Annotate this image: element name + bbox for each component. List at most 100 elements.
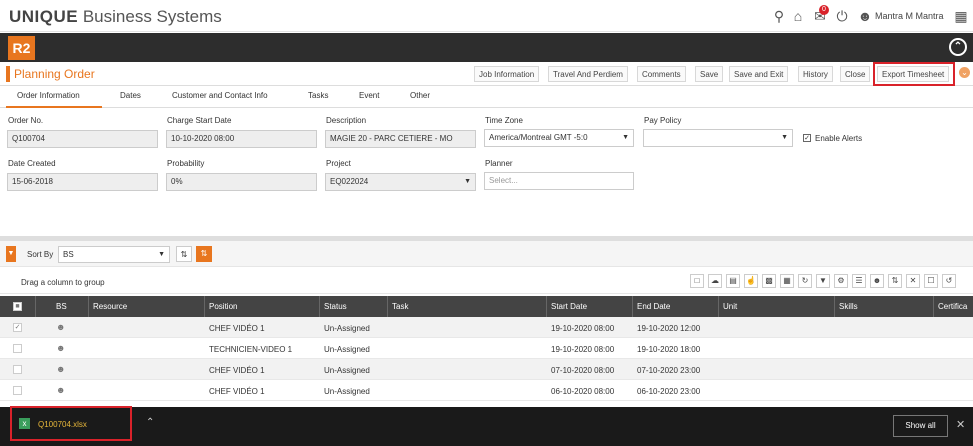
table-row[interactable]	[0, 317, 973, 338]
column-status[interactable]: Status	[324, 302, 347, 311]
column-start-date[interactable]: Start Date	[551, 302, 587, 311]
grid-header	[0, 296, 973, 317]
column-divider	[387, 296, 388, 317]
sort-by-select[interactable]: BS ▼	[58, 246, 170, 263]
filter-icon[interactable]: ▼	[816, 274, 830, 288]
row-status: Un-Assigned	[324, 345, 370, 354]
date-created-label: Date Created	[8, 159, 56, 168]
sort-ascending-icon[interactable]: ⇅	[176, 246, 192, 262]
planner-select[interactable]: Select...	[484, 172, 634, 190]
home-icon[interactable]: ⌂	[790, 8, 806, 24]
tab-customer-contact[interactable]: Customer and Contact Info	[172, 91, 268, 100]
column-divider	[834, 296, 835, 317]
user-avatar-icon[interactable]: ☻	[857, 8, 873, 24]
grid-icon[interactable]: ▦	[780, 274, 794, 288]
column-task[interactable]: Task	[392, 302, 408, 311]
row-start-date: 06-10-2020 08:00	[551, 387, 615, 396]
project-select[interactable]: EQ022024 ▼	[325, 173, 476, 191]
show-all-button[interactable]: Show all	[893, 415, 948, 437]
save-button[interactable]: Save	[695, 66, 724, 82]
pay-policy-select[interactable]: ▼	[643, 129, 793, 147]
row-checkbox[interactable]	[13, 365, 22, 374]
user-name[interactable]: Mantra M Mantra	[875, 11, 944, 21]
row-status: Un-Assigned	[324, 366, 370, 375]
table-icon[interactable]: ▤	[726, 274, 740, 288]
enable-alerts-checkbox[interactable]: ✓	[803, 134, 811, 142]
refresh-icon[interactable]: ↻	[798, 274, 812, 288]
power-icon[interactable]: ⏻	[834, 8, 850, 24]
close-button[interactable]: Close	[840, 66, 871, 82]
row-position: TECHNICIEN-VIDEO 1	[209, 345, 293, 354]
export-icon[interactable]: ▩	[762, 274, 776, 288]
person-icon: ☻	[56, 343, 66, 353]
page-title: Planning Order	[14, 67, 95, 81]
probability-label: Probability	[167, 159, 205, 168]
enable-alerts-label: Enable Alerts	[815, 134, 863, 143]
row-checkbox[interactable]	[13, 344, 22, 353]
adjust-icon[interactable]: ⇅	[888, 274, 902, 288]
row-checkbox[interactable]: ✓	[13, 323, 22, 332]
column-unit[interactable]: Unit	[723, 302, 737, 311]
table-row[interactable]	[0, 380, 973, 401]
reload-icon[interactable]: ↺	[942, 274, 956, 288]
tab-other[interactable]: Other	[410, 91, 430, 100]
person-icon: ☻	[56, 364, 66, 374]
comments-button[interactable]: Comments	[637, 66, 686, 82]
select-all-checkbox[interactable]: ■	[13, 302, 22, 311]
charge-start-field[interactable]: 10-10-2020 08:00	[166, 130, 317, 148]
column-end-date[interactable]: End Date	[637, 302, 670, 311]
filter-toggle-icon[interactable]: ▼	[6, 246, 16, 262]
delete-icon[interactable]: ✕	[906, 274, 920, 288]
tab-tasks[interactable]: Tasks	[308, 91, 328, 100]
tab-dates[interactable]: Dates	[120, 91, 141, 100]
row-checkbox[interactable]	[13, 386, 22, 395]
apps-grid-icon[interactable]: ▦	[953, 8, 969, 24]
probability-field[interactable]: 0%	[166, 173, 317, 191]
tab-event[interactable]: Event	[359, 91, 379, 100]
column-certification[interactable]: Certifica	[938, 302, 967, 311]
history-button[interactable]: History	[798, 66, 833, 82]
date-created-field[interactable]: 15-06-2018	[7, 173, 158, 191]
timezone-select[interactable]: America/Montreal GMT -5:0 ▼	[484, 129, 634, 147]
chevron-down-icon[interactable]: ⌄	[959, 67, 970, 78]
save-layout-icon[interactable]: □	[690, 274, 704, 288]
collapse-up-icon[interactable]: ⌃	[949, 38, 967, 56]
app-bar	[0, 33, 973, 62]
menu-handle-icon[interactable]	[6, 66, 10, 82]
table-row[interactable]	[0, 359, 973, 380]
column-divider	[933, 296, 934, 317]
notification-badge: 0	[819, 5, 829, 15]
drag-group-hint: Drag a column to group	[21, 278, 105, 287]
list-icon[interactable]: ☰	[852, 274, 866, 288]
pay-policy-label: Pay Policy	[644, 116, 682, 125]
chevron-up-icon[interactable]: ⌃	[146, 417, 154, 428]
row-status: Un-Assigned	[324, 387, 370, 396]
sort-descending-icon[interactable]: ⇅	[196, 246, 212, 262]
charge-start-label: Charge Start Date	[167, 116, 232, 125]
column-skills[interactable]: Skills	[839, 302, 858, 311]
settings-icon[interactable]: ⚙	[834, 274, 848, 288]
timezone-label: Time Zone	[485, 116, 523, 125]
download-file-name[interactable]: Q100704.xlsx	[38, 420, 87, 429]
cloud-icon[interactable]: ☁	[708, 274, 722, 288]
job-information-button[interactable]: Job Information	[474, 66, 540, 82]
column-divider	[319, 296, 320, 317]
assign-user-icon[interactable]: ☻	[870, 274, 884, 288]
travel-and-perdiem-button[interactable]: Travel And Perdiem	[548, 66, 628, 82]
table-row[interactable]	[0, 338, 973, 359]
order-no-field[interactable]: Q100704	[7, 130, 158, 148]
save-and-exit-button[interactable]: Save and Exit	[729, 66, 789, 82]
lock-icon[interactable]: ☐	[924, 274, 938, 288]
chevron-down-icon: ▼	[622, 134, 629, 141]
timezone-value: America/Montreal GMT -5:0	[489, 133, 588, 142]
app-badge[interactable]: R2	[8, 36, 35, 60]
tab-order-information[interactable]: Order Information	[17, 91, 80, 100]
search-icon[interactable]: ⚲	[771, 8, 787, 24]
column-resource[interactable]: Resource	[93, 302, 127, 311]
description-field[interactable]: MAGIE 20 - PARC CETIERE - MO	[325, 130, 476, 148]
column-divider	[35, 296, 36, 317]
thumbs-up-icon[interactable]: ☝	[744, 274, 758, 288]
column-bs[interactable]: BS	[56, 302, 67, 311]
close-icon[interactable]: ✕	[956, 418, 965, 431]
column-position[interactable]: Position	[209, 302, 237, 311]
